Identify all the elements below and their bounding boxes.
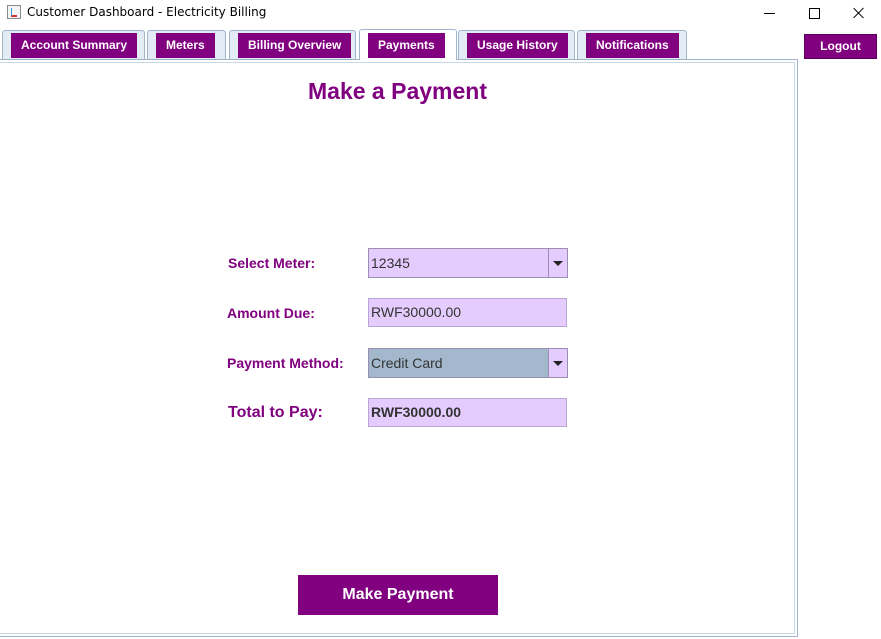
meter-select[interactable]: 12345 [368, 248, 568, 278]
logout-button[interactable]: Logout [804, 34, 877, 59]
tab-label: Account Summary [11, 33, 138, 58]
chevron-down-icon [553, 360, 563, 366]
amount-due-label: Amount Due: [227, 305, 315, 321]
total-to-pay-label: Total to Pay: [228, 404, 323, 421]
maximize-icon [808, 7, 820, 19]
tab-payments[interactable]: Payments [359, 29, 457, 60]
select-meter-label: Select Meter: [228, 255, 316, 271]
tab-label: Billing Overview [238, 33, 352, 58]
payment-method-dropdown-button[interactable] [548, 349, 567, 377]
tab-label: Notifications [586, 33, 679, 58]
make-payment-button[interactable]: Make Payment [298, 575, 498, 615]
close-icon [853, 7, 865, 19]
tab-strip: Account Summary Meters Billing Overview … [0, 29, 800, 60]
tab-billing-overview[interactable]: Billing Overview [229, 30, 356, 59]
tab-label: Meters [156, 33, 215, 58]
page-title: Make a Payment [308, 78, 487, 104]
java-app-icon [7, 5, 21, 19]
minimize-button[interactable] [746, 0, 792, 26]
tab-meters[interactable]: Meters [147, 30, 226, 59]
maximize-button[interactable] [791, 0, 837, 26]
amount-due-field[interactable]: RWF30000.00 [368, 298, 567, 327]
minimize-icon [763, 12, 775, 14]
meter-dropdown-button[interactable] [548, 249, 567, 277]
title-bar: Customer Dashboard - Electricity Billing [0, 0, 881, 26]
tab-usage-history[interactable]: Usage History [458, 30, 575, 59]
tab-account-summary[interactable]: Account Summary [2, 30, 145, 59]
meter-select-value: 12345 [371, 255, 410, 271]
tab-label: Payments [368, 33, 445, 58]
close-button[interactable] [836, 0, 881, 26]
payment-method-label: Payment Method: [227, 355, 344, 371]
payment-method-select[interactable]: Credit Card [368, 348, 568, 378]
tab-label: Usage History [467, 33, 568, 58]
window-title: Customer Dashboard - Electricity Billing [27, 5, 267, 19]
chevron-down-icon [553, 260, 563, 266]
payment-method-value: Credit Card [369, 349, 549, 377]
tab-notifications[interactable]: Notifications [577, 30, 687, 59]
total-to-pay-field[interactable]: RWF30000.00 [368, 398, 567, 427]
